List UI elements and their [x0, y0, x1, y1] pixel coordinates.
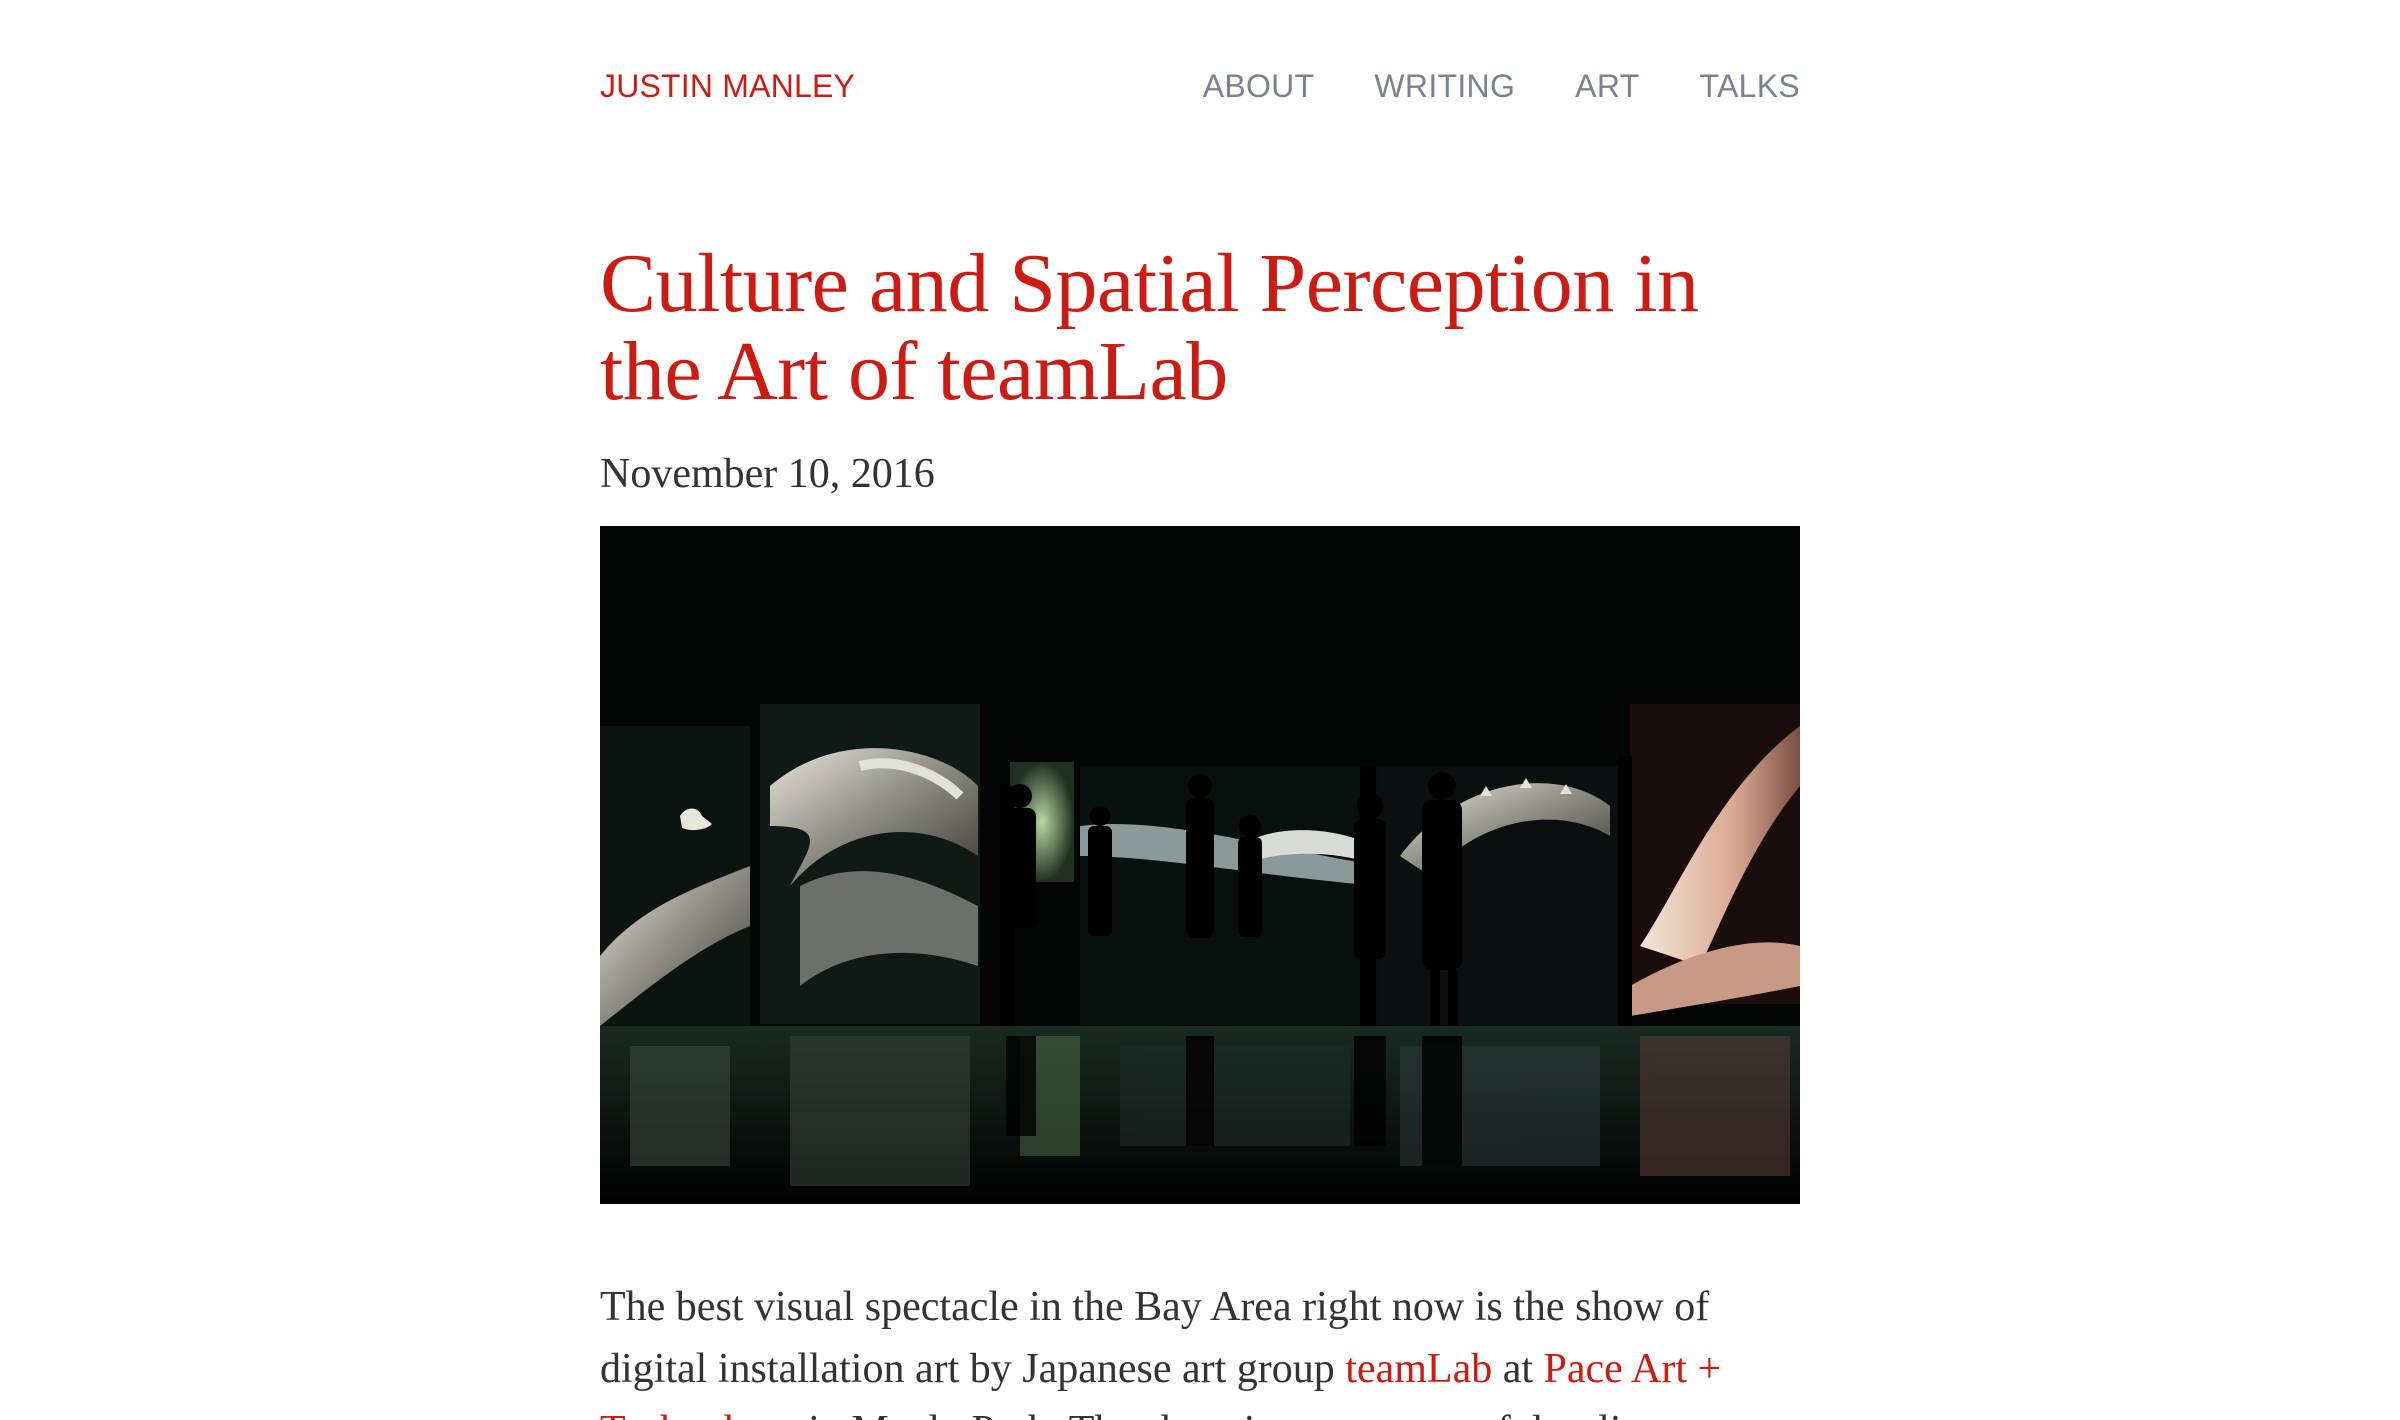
body-tail: in Menlo Park. The show is a sequence of… — [798, 1408, 1663, 1420]
post-title: Culture and Spatial Perception in the Ar… — [600, 237, 1699, 418]
nav-writing[interactable]: WRITING — [1374, 64, 1515, 108]
installation-photo — [600, 526, 1800, 1204]
teamlab-link[interactable]: teamLab — [1345, 1346, 1492, 1392]
post-body: The best visual spectacle in the Bay Are… — [600, 1276, 1800, 1420]
body-mid: at — [1492, 1346, 1544, 1392]
nav-about[interactable]: ABOUT — [1203, 64, 1315, 108]
nav-art[interactable]: ART — [1575, 64, 1639, 108]
nav-talks[interactable]: TALKS — [1700, 64, 1801, 108]
site-title-link[interactable]: JUSTIN MANLEY — [600, 64, 855, 108]
hero-image — [600, 526, 1800, 1204]
site-header: JUSTIN MANLEY ABOUT WRITING ART TALKS — [600, 64, 1800, 108]
main-nav: ABOUT WRITING ART TALKS — [1203, 64, 1800, 108]
post-date: November 10, 2016 — [600, 451, 935, 497]
